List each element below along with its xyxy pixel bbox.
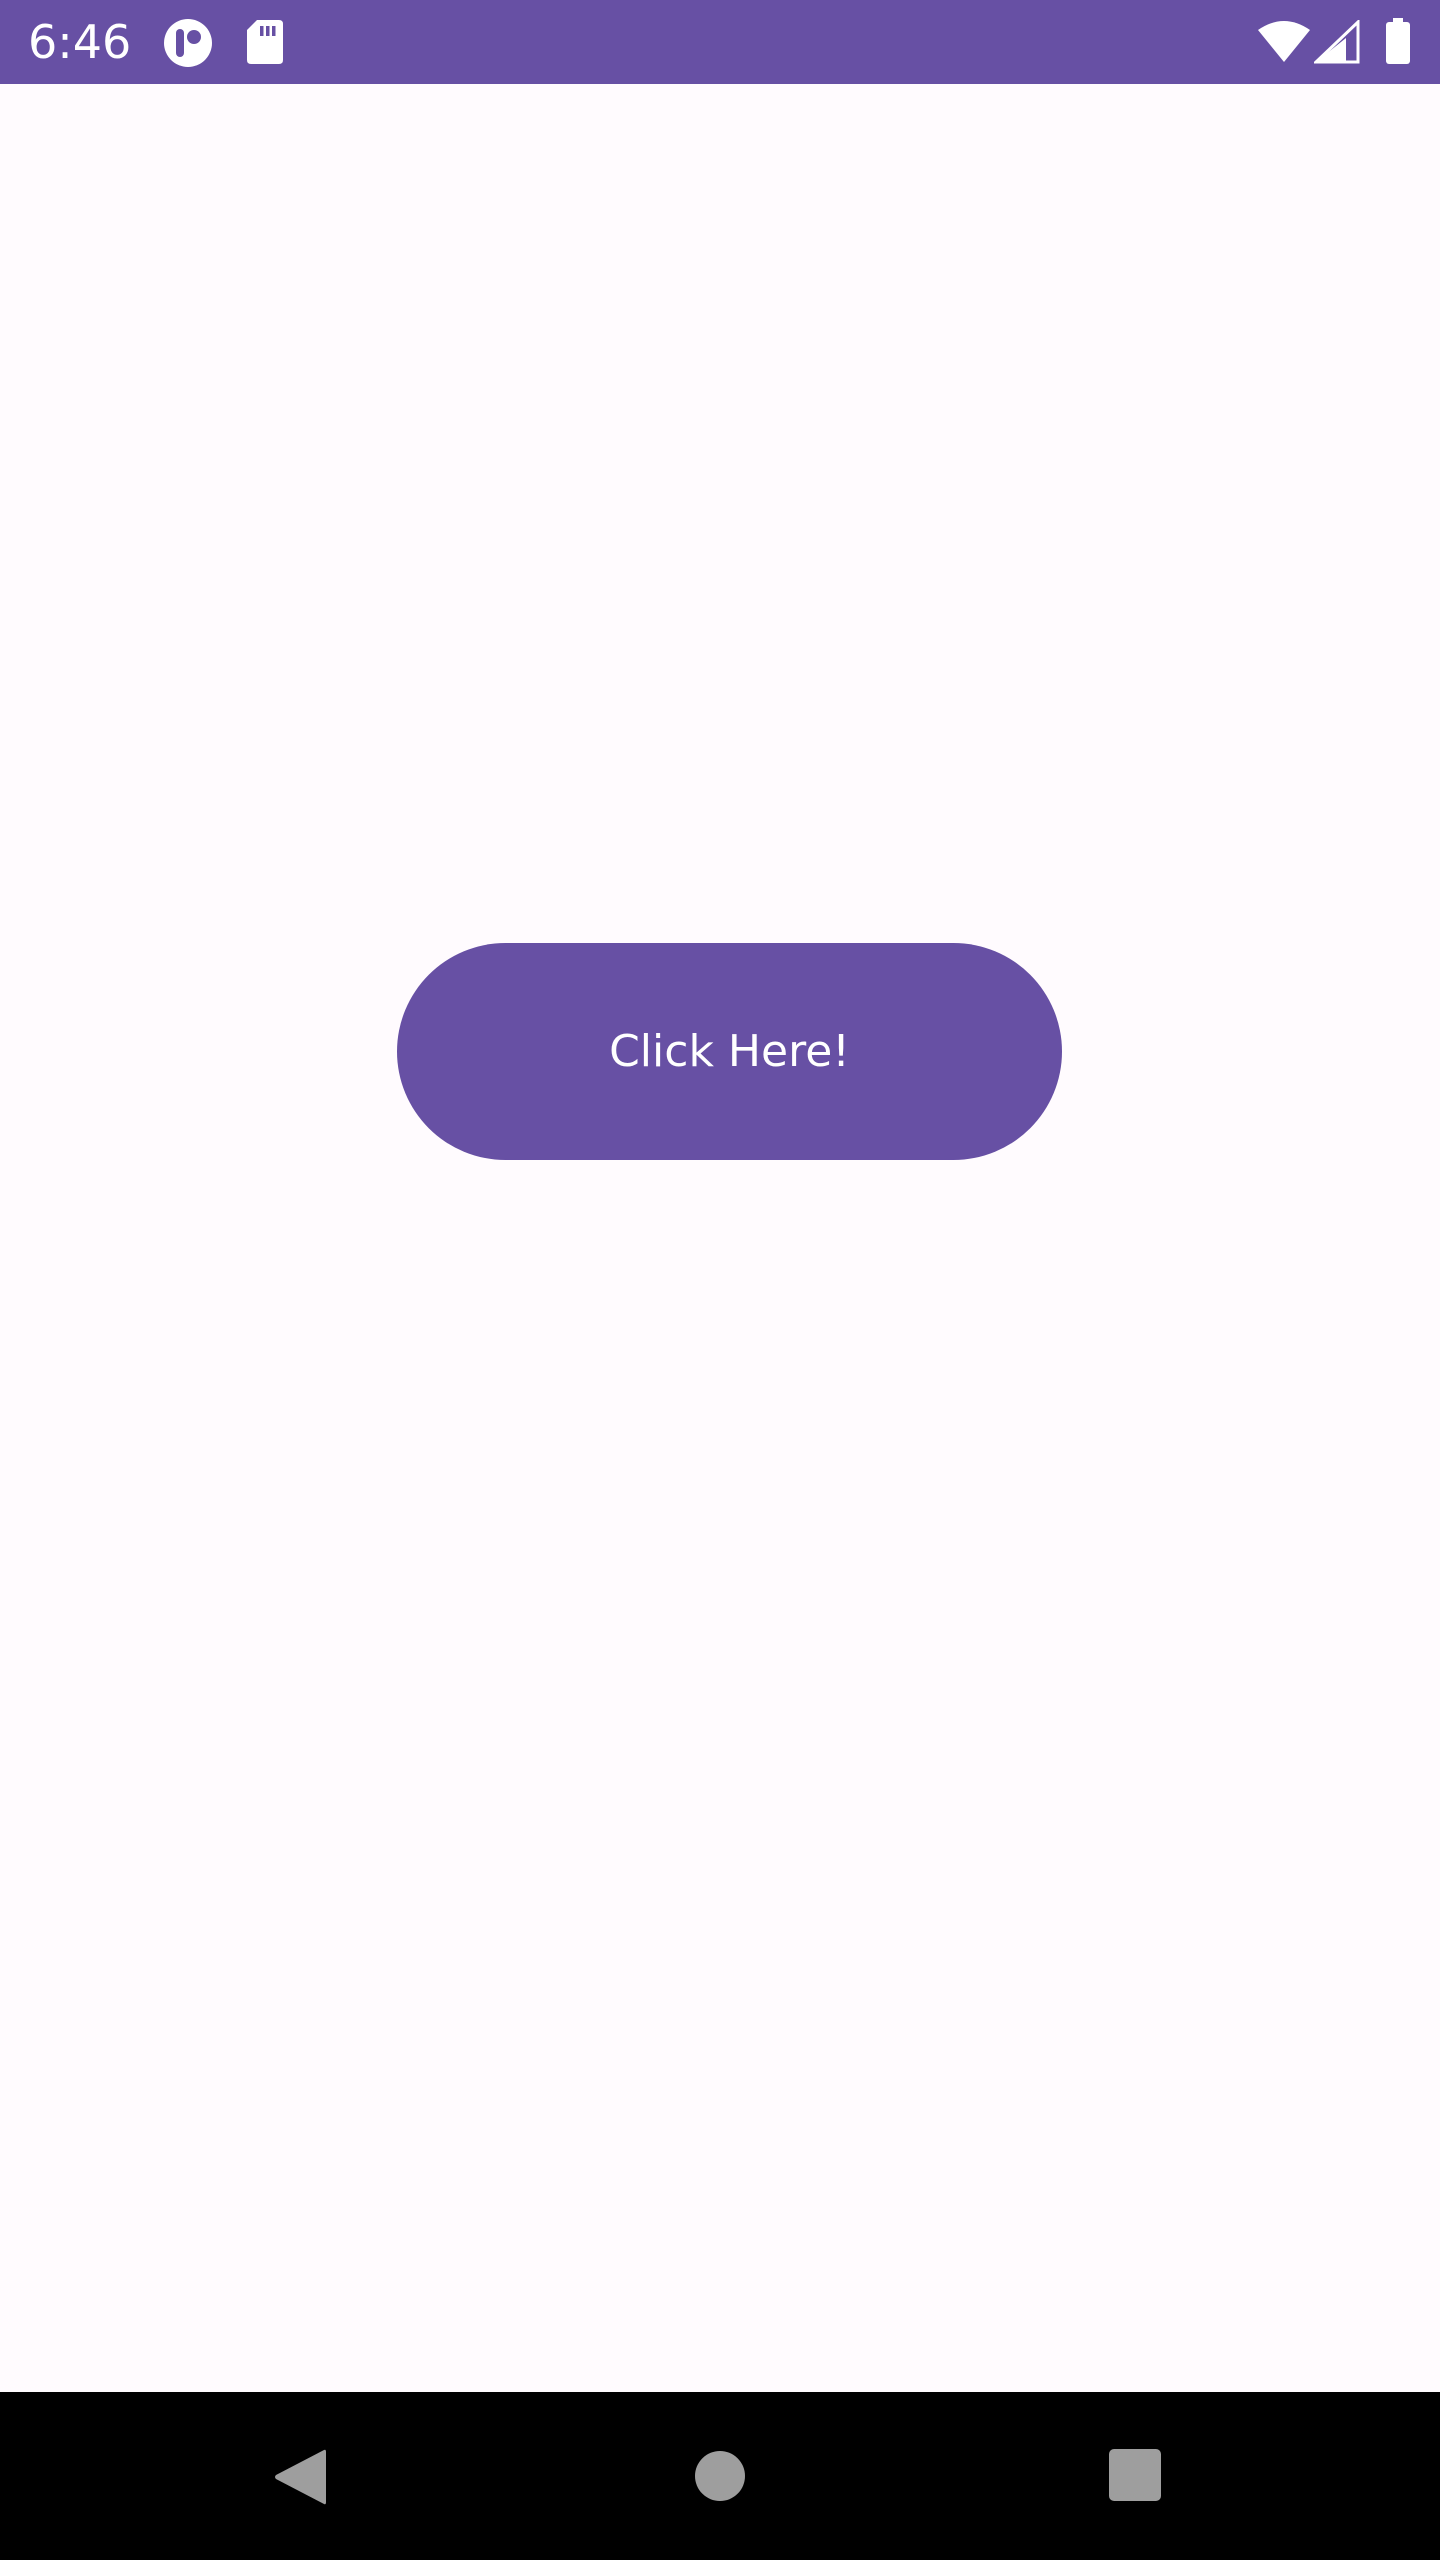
home-icon[interactable]	[694, 2450, 746, 2502]
back-icon[interactable]	[272, 2447, 328, 2507]
navigation-bar	[0, 2392, 1440, 2560]
status-bar: 6:46	[0, 0, 1440, 84]
click-here-button[interactable]: Click Here!	[397, 943, 1062, 1160]
app-notification-icon	[164, 19, 212, 67]
click-here-button-label: Click Here!	[609, 1026, 850, 1077]
wifi-icon	[1258, 21, 1310, 62]
sd-card-icon	[247, 20, 283, 64]
battery-icon	[1386, 18, 1410, 64]
main-content	[0, 84, 1440, 2392]
recents-icon[interactable]	[1108, 2448, 1162, 2502]
cellular-signal-icon	[1314, 20, 1360, 64]
status-time: 6:46	[28, 15, 132, 69]
